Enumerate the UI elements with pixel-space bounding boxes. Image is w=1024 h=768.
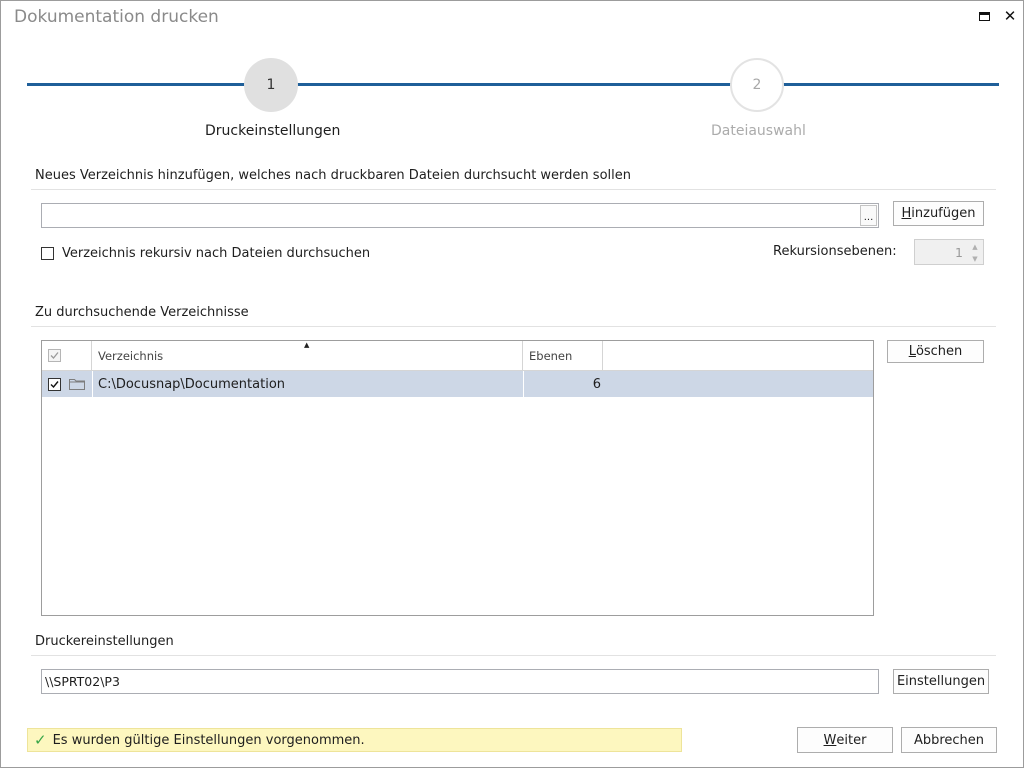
wizard-step-2-label: Dateiauswahl: [711, 123, 806, 139]
next-button-mnemonic: W: [823, 732, 837, 748]
add-directory-heading: Neues Verzeichnis hinzufügen, welches na…: [35, 168, 631, 183]
separator: [31, 655, 996, 656]
separator: [31, 189, 996, 190]
recursion-levels-spinner[interactable]: 1 ▲ ▼: [914, 239, 984, 265]
directory-path-cell: C:\Docusnap\Documentation: [98, 376, 286, 392]
printer-settings-heading: Druckereinstellungen: [35, 634, 174, 649]
status-message: Es wurden gültige Einstellungen vorgenom…: [52, 732, 365, 748]
cancel-button[interactable]: Abbrechen: [901, 727, 997, 753]
close-icon: ✕: [1003, 7, 1017, 25]
sort-ascending-icon: ▲: [304, 341, 310, 349]
select-all-header[interactable]: [42, 341, 92, 370]
directory-path-input[interactable]: [41, 203, 879, 228]
validation-status-bar: ✓ Es wurden gültige Einstellungen vorgen…: [27, 728, 682, 752]
next-button[interactable]: Weiter: [797, 727, 893, 753]
recursive-checkbox[interactable]: [41, 247, 54, 260]
directories-grid[interactable]: Verzeichnis ▲ Ebenen C:\Docusnap\Documen…: [41, 340, 874, 616]
add-button-label: inzufügen: [911, 206, 976, 221]
row-checkbox[interactable]: [44, 371, 64, 397]
select-all-checkbox-icon[interactable]: [48, 349, 61, 362]
wizard-step-2: 2: [730, 58, 784, 112]
delete-button[interactable]: Löschen: [887, 340, 984, 363]
delete-button-mnemonic: L: [908, 344, 916, 359]
levels-cell: 6: [592, 376, 601, 392]
spin-down-icon[interactable]: ▼: [968, 253, 982, 264]
dialog-window: Dokumentation drucken ✕ 1 2 Druckeinstel…: [0, 0, 1024, 768]
browse-button[interactable]: ...: [860, 205, 877, 226]
next-button-label: eiter: [836, 732, 867, 748]
recursion-levels-label: Rekursionsebenen:: [773, 244, 897, 259]
folder-icon: [69, 379, 85, 390]
directories-heading: Zu durchsuchende Verzeichnisse: [35, 305, 249, 320]
add-button[interactable]: Hinzufügen: [893, 201, 984, 226]
maximize-icon: [978, 11, 990, 21]
table-row[interactable]: C:\Docusnap\Documentation 6: [42, 371, 873, 397]
separator: [31, 326, 996, 327]
spin-up-icon[interactable]: ▲: [968, 241, 982, 252]
printer-settings-button[interactable]: Einstellungen: [893, 669, 989, 694]
grid-header: Verzeichnis ▲ Ebenen: [42, 341, 873, 371]
separator: [92, 371, 93, 397]
checked-checkbox-icon: [47, 377, 61, 391]
delete-button-label: öschen: [915, 344, 963, 359]
window-title: Dokumentation drucken: [14, 7, 219, 27]
printer-path-input[interactable]: \\SPRT02\P3: [41, 669, 879, 694]
wizard-progress-line: [27, 83, 999, 86]
wizard-step-1-label: Druckeinstellungen: [205, 123, 341, 139]
recursive-checkbox-label: Verzeichnis rekursiv nach Dateien durchs…: [62, 246, 371, 261]
wizard-step-1: 1: [244, 58, 298, 112]
maximize-button[interactable]: [977, 9, 991, 23]
recursion-levels-value: 1: [955, 245, 963, 260]
close-button[interactable]: ✕: [1003, 7, 1017, 25]
add-button-mnemonic: H: [901, 206, 912, 221]
column-header-levels[interactable]: Ebenen: [523, 341, 603, 370]
check-icon: ✓: [34, 731, 47, 749]
